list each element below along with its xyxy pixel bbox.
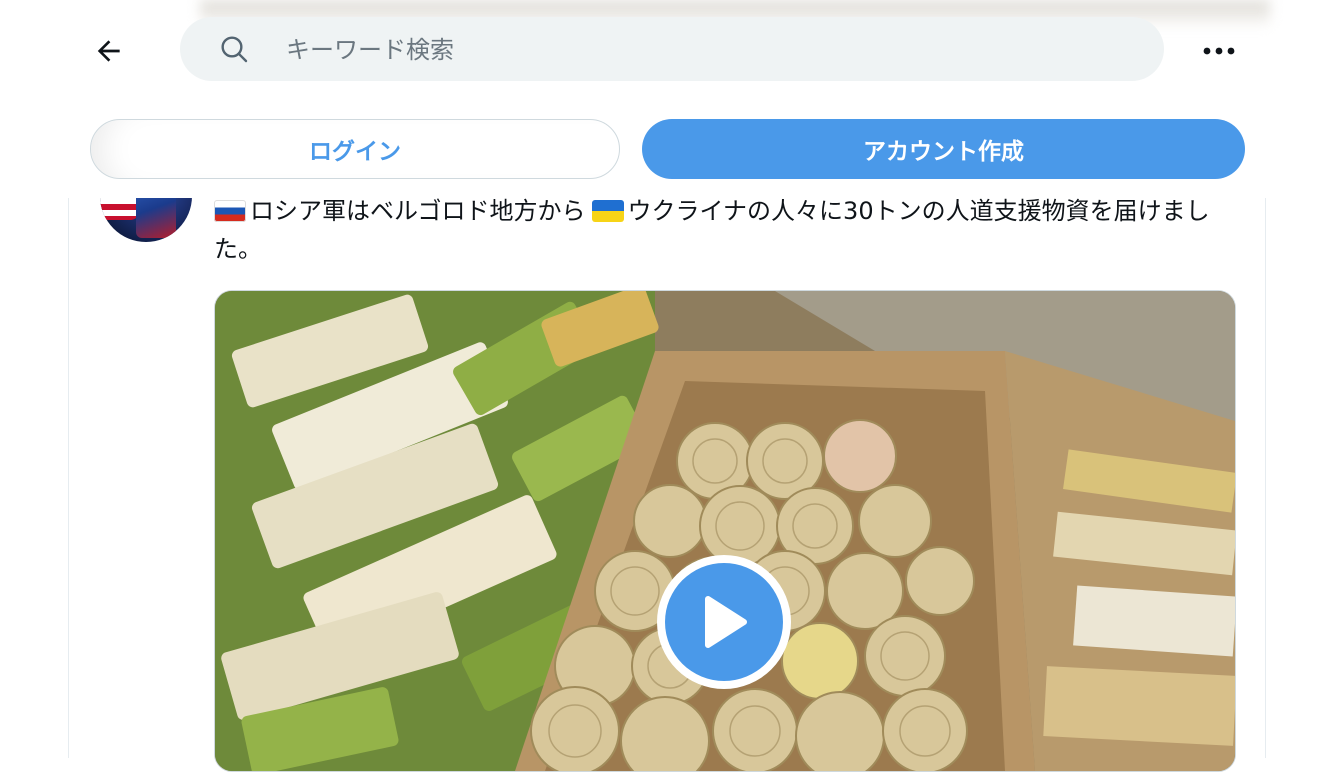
search-bar[interactable] (180, 17, 1164, 83)
play-icon (705, 596, 747, 648)
more-horizontal-icon (1203, 47, 1235, 55)
back-button[interactable] (86, 28, 132, 74)
play-button[interactable] (657, 555, 791, 689)
search-input[interactable] (284, 17, 1128, 83)
play-button-disc (665, 563, 783, 681)
ukraine-flag-icon (591, 200, 624, 222)
tweet-text: ロシア軍はベルゴロド地方から ウクライナの人々に30トンの人道支援物資を届けました… (214, 192, 1224, 268)
video-thumbnail[interactable] (214, 290, 1236, 772)
tweet-text-part1: ロシア軍はベルゴロド地方から (250, 197, 586, 225)
russia-flag-icon (214, 200, 246, 222)
more-options-button[interactable] (1196, 28, 1242, 74)
arrow-left-icon (97, 40, 120, 62)
search-icon (221, 36, 248, 63)
video-frame-image (215, 291, 1235, 771)
login-button[interactable]: ログイン (90, 119, 620, 179)
create-account-button[interactable]: アカウント作成 (642, 119, 1245, 179)
